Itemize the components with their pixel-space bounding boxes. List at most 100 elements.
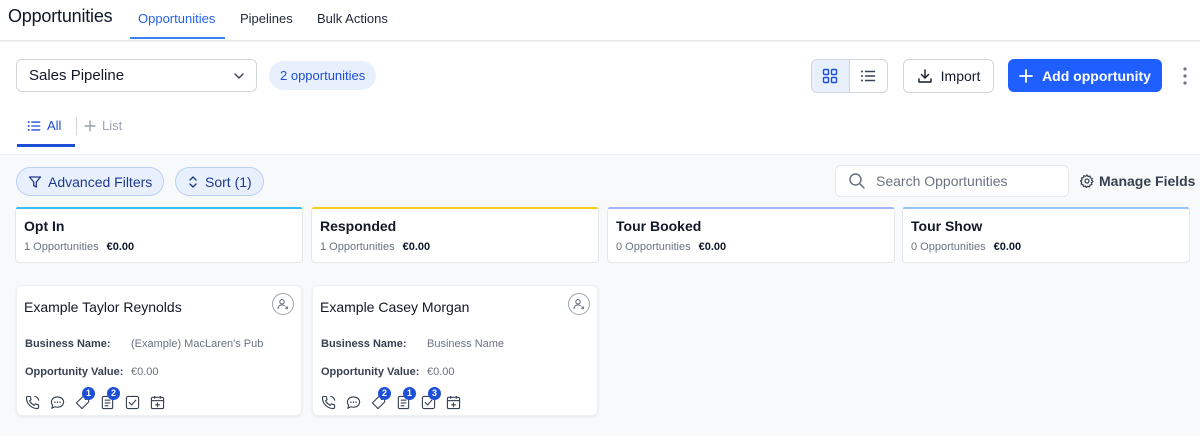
view-tab-all[interactable]: All [27, 118, 61, 133]
opportunity-value-row: Opportunity Value: €0.00 [25, 366, 159, 378]
chat-icon[interactable] [346, 395, 361, 410]
opportunity-value-label: Opportunity Value: [25, 366, 124, 378]
business-name-value: Business Name [427, 338, 505, 350]
sort-label: Sort (1) [205, 173, 252, 190]
stage-count: 0 Opportunities [911, 241, 986, 253]
card-actions: 1 2 [25, 387, 165, 410]
assign-user-button[interactable] [272, 293, 294, 315]
business-name-row: Business Name: (Example) MacLaren's Pub [25, 338, 263, 350]
assign-user-button[interactable] [568, 293, 590, 315]
grid-view-button[interactable] [812, 60, 850, 92]
view-tab-list-label: List [102, 118, 123, 133]
search-icon [849, 173, 865, 189]
business-name-label: Business Name: [321, 338, 407, 350]
top-bar: Opportunities Opportunities Pipelines Bu… [0, 0, 1200, 41]
more-options-icon[interactable] [1178, 66, 1192, 86]
tab-opportunities[interactable]: Opportunities [138, 11, 215, 26]
tag-count-badge: 1 [82, 387, 95, 400]
stage-value: €0.00 [402, 241, 431, 253]
card-title[interactable]: Example Taylor Reynolds [24, 299, 182, 315]
plus-icon [84, 119, 96, 132]
phone-icon[interactable] [321, 395, 336, 410]
pipeline-select-value: Sales Pipeline [29, 67, 125, 84]
sort-icon [189, 175, 197, 188]
calendar-icon[interactable] [446, 395, 461, 410]
stage-name: Tour Show [911, 218, 983, 234]
stage-column-tour-booked: Tour Booked 0 Opportunities €0.00 [607, 207, 895, 263]
tab-pipelines[interactable]: Pipelines [240, 11, 293, 26]
gear-icon [1080, 174, 1094, 188]
grid-icon [823, 68, 838, 84]
stage-column-opt-in: Opt In 1 Opportunities €0.00 [15, 207, 303, 263]
sort-button[interactable]: Sort (1) [175, 167, 264, 196]
tag-icon[interactable]: 2 [371, 387, 391, 410]
list-view-button[interactable] [850, 60, 888, 92]
business-name-label: Business Name: [25, 338, 111, 350]
task-check-icon[interactable] [125, 395, 140, 410]
download-icon [917, 69, 932, 83]
task-check-icon[interactable]: 3 [421, 387, 441, 410]
stage-name: Opt In [24, 218, 65, 234]
stage-value: €0.00 [993, 241, 1022, 253]
user-icon [277, 299, 289, 310]
add-opportunity-button[interactable]: Add opportunity [1008, 59, 1162, 92]
card-title[interactable]: Example Casey Morgan [320, 299, 469, 315]
opportunity-value: €0.00 [131, 366, 159, 378]
business-name-row: Business Name: Business Name [321, 338, 504, 350]
active-tab-indicator [130, 37, 225, 39]
stage-color-bar [903, 207, 1189, 209]
divider [76, 117, 77, 135]
import-label: Import [940, 68, 981, 84]
import-button[interactable]: Import [903, 59, 994, 93]
stage-count: 1 Opportunities [24, 241, 99, 253]
opportunity-value-label: Opportunity Value: [321, 366, 420, 378]
view-tab-all-label: All [47, 118, 62, 133]
add-list-view-button[interactable]: List [84, 118, 122, 133]
opportunity-value: €0.00 [427, 366, 455, 378]
stage-color-bar [608, 207, 894, 209]
page-title: Opportunities [8, 6, 113, 26]
stage-name: Responded [320, 218, 397, 234]
task-count-badge: 3 [428, 387, 441, 400]
opportunity-card[interactable]: Example Taylor Reynolds Business Name: (… [16, 285, 302, 416]
chevron-down-icon [234, 73, 244, 79]
stage-count: 1 Opportunities [320, 241, 395, 253]
opportunity-card[interactable]: Example Casey Morgan Business Name: Busi… [312, 285, 598, 416]
pipeline-select[interactable]: Sales Pipeline [16, 59, 257, 92]
manage-fields-button[interactable]: Manage Fields [1080, 173, 1195, 189]
stage-color-bar [16, 207, 302, 209]
business-name-value: (Example) MacLaren's Pub [131, 338, 264, 350]
user-icon [573, 299, 585, 310]
view-tab-indicator [17, 144, 75, 147]
stage-column-tour-show: Tour Show 0 Opportunities €0.00 [902, 207, 1190, 263]
advanced-filters-label: Advanced Filters [48, 173, 153, 190]
stage-name: Tour Booked [616, 218, 702, 234]
view-toggle [811, 59, 888, 93]
card-actions: 2 1 3 [321, 387, 461, 410]
notes-icon[interactable]: 2 [100, 387, 120, 410]
advanced-filters-button[interactable]: Advanced Filters [16, 167, 165, 196]
notes-count-badge: 1 [403, 387, 416, 400]
plus-icon [1019, 68, 1033, 83]
tag-count-badge: 2 [378, 387, 391, 400]
calendar-icon[interactable] [150, 395, 165, 410]
list-icon [861, 70, 876, 82]
stage-value: €0.00 [698, 241, 727, 253]
list-icon [27, 120, 41, 131]
filter-icon [28, 175, 42, 188]
tag-icon[interactable]: 1 [75, 387, 95, 410]
stage-value: €0.00 [106, 241, 135, 253]
tab-bulk-actions[interactable]: Bulk Actions [317, 11, 388, 26]
manage-fields-label: Manage Fields [1099, 173, 1196, 189]
notes-count-badge: 2 [107, 387, 120, 400]
add-opportunity-label: Add opportunity [1042, 67, 1151, 84]
chat-icon[interactable] [50, 395, 65, 410]
search-input[interactable] [876, 173, 1056, 189]
notes-icon[interactable]: 1 [396, 387, 416, 410]
search-box [835, 165, 1069, 197]
phone-icon[interactable] [25, 395, 40, 410]
opportunity-value-row: Opportunity Value: €0.00 [321, 366, 455, 378]
opportunity-count-badge: 2 opportunities [269, 61, 377, 90]
stage-color-bar [312, 207, 598, 209]
stage-column-responded: Responded 1 Opportunities €0.00 [311, 207, 599, 263]
